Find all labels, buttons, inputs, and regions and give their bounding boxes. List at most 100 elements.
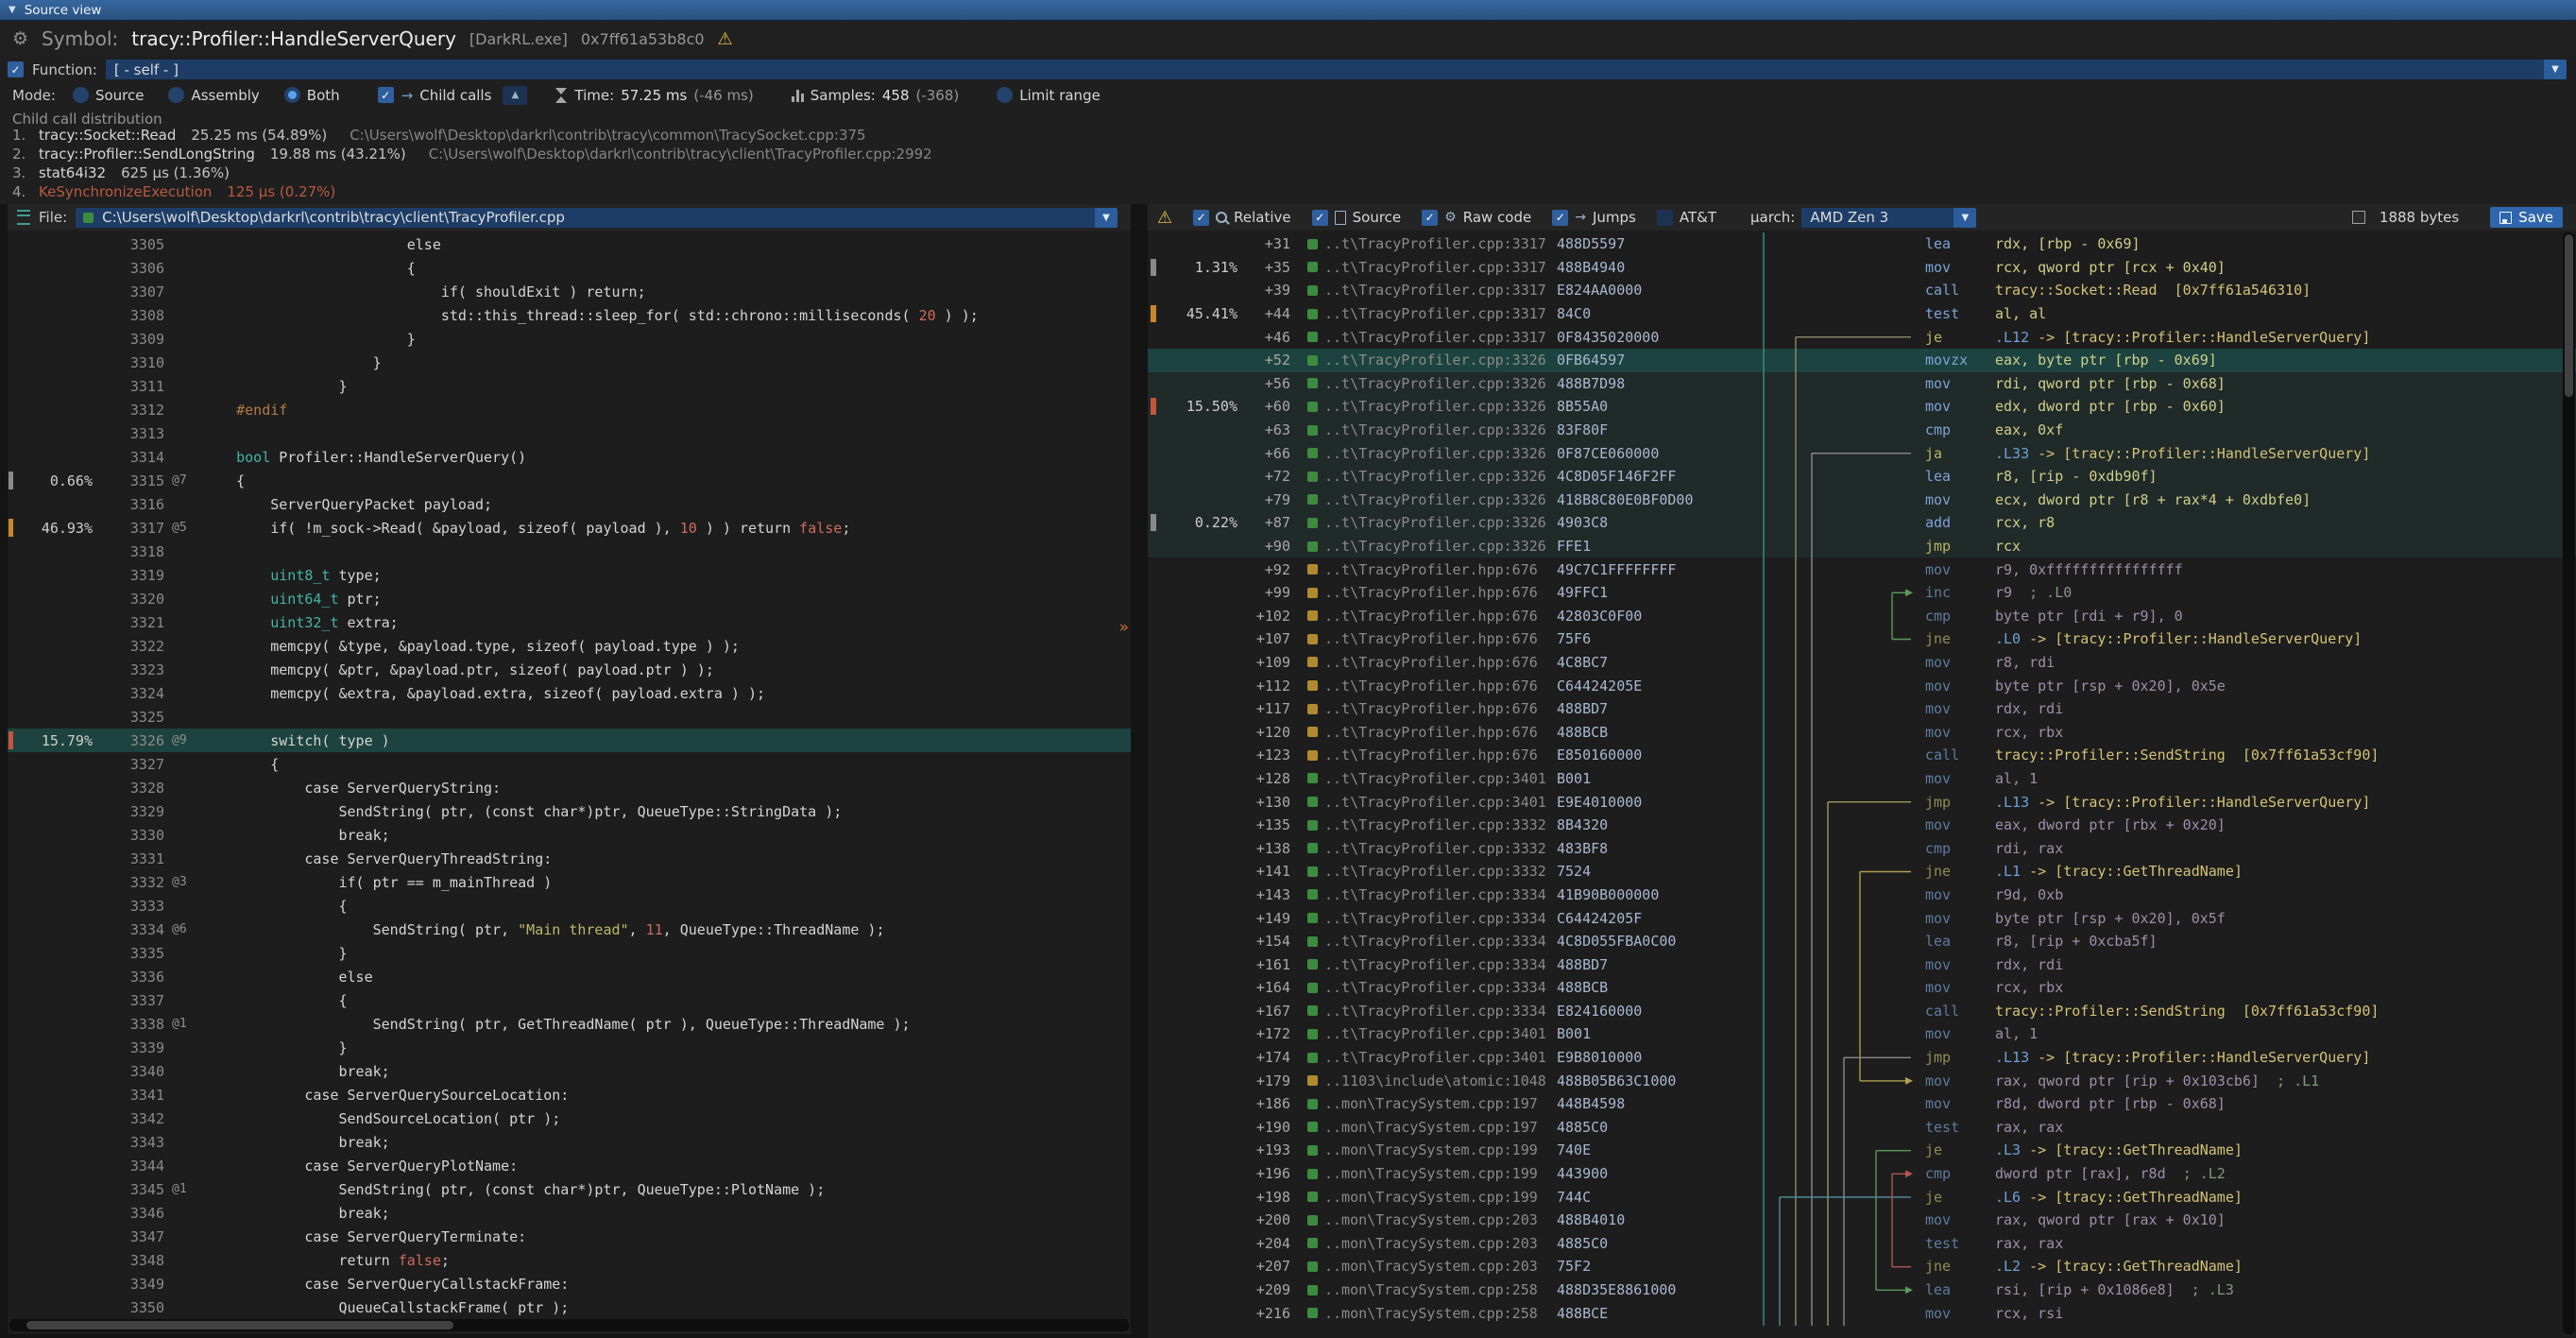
asm-row[interactable]: 0.22%+87..t\TracyProfiler.cpp:33264903C8…	[1148, 511, 2576, 535]
source-line[interactable]: 3349 case ServerQueryCallstackFrame:	[8, 1272, 1131, 1295]
asm-location[interactable]: ..mon\TracySystem.cpp:199	[1324, 1141, 1549, 1158]
mode-source-label[interactable]: Source	[95, 87, 145, 104]
source-line[interactable]: 3308 std::this_thread::sleep_for( std::c…	[8, 303, 1131, 327]
asm-location[interactable]: ..t\TracyProfiler.cpp:3317	[1324, 305, 1549, 322]
asm-row[interactable]: +46..t\TracyProfiler.cpp:33170F843502000…	[1148, 325, 2576, 349]
asm-row[interactable]: +120..t\TracyProfiler.hpp:676488BCBmovrc…	[1148, 720, 2576, 744]
source-line[interactable]: 3319 uint8_t type;	[8, 563, 1131, 587]
source-line[interactable]: 3341 case ServerQuerySourceLocation:	[8, 1083, 1131, 1106]
asm-location[interactable]: ..mon\TracySystem.cpp:197	[1324, 1095, 1549, 1112]
asm-location[interactable]: ..t\TracyProfiler.cpp:3334	[1324, 933, 1549, 950]
asm-location[interactable]: ..t\TracyProfiler.hpp:676	[1324, 678, 1549, 695]
source-line[interactable]: 3343 break;	[8, 1130, 1131, 1154]
mode-radio-assembly[interactable]	[168, 87, 184, 103]
asm-location[interactable]: ..t\TracyProfiler.cpp:3326	[1324, 352, 1549, 369]
asm-location[interactable]: ..t\TracyProfiler.cpp:3326	[1324, 468, 1549, 485]
source-line[interactable]: 3323 memcpy( &ptr, &payload.ptr, sizeof(…	[8, 658, 1131, 681]
asm-location[interactable]: ..t\TracyProfiler.hpp:676	[1324, 608, 1549, 625]
asm-row[interactable]: 45.41%+44..t\TracyProfiler.cpp:331784C0t…	[1148, 302, 2576, 326]
source-toggle-label[interactable]: Source	[1353, 209, 1402, 226]
asm-location[interactable]: ..mon\TracySystem.cpp:197	[1324, 1119, 1549, 1136]
source-line[interactable]: 3344 case ServerQueryPlotName:	[8, 1154, 1131, 1177]
collapse-icon[interactable]: ▼	[9, 5, 16, 15]
asm-location[interactable]: ..t\TracyProfiler.cpp:3326	[1324, 445, 1549, 462]
asm-row[interactable]: +66..t\TracyProfiler.cpp:33260F87CE06000…	[1148, 441, 2576, 465]
asm-location[interactable]: ..t\TracyProfiler.cpp:3326	[1324, 491, 1549, 508]
relative-label[interactable]: Relative	[1234, 209, 1291, 226]
asm-location[interactable]: ..t\TracyProfiler.hpp:676	[1324, 746, 1549, 763]
asm-location[interactable]: ..mon\TracySystem.cpp:199	[1324, 1189, 1549, 1206]
asm-location[interactable]: ..mon\TracySystem.cpp:203	[1324, 1235, 1549, 1252]
asm-row[interactable]: +164..t\TracyProfiler.cpp:3334488BCBmovr…	[1148, 976, 2576, 1000]
asm-location[interactable]: ..t\TracyProfiler.cpp:3401	[1324, 1025, 1549, 1042]
att-checkbox[interactable]	[1657, 210, 1673, 226]
asm-location[interactable]: ..t\TracyProfiler.hpp:676	[1324, 584, 1549, 601]
asm-location[interactable]: ..t\TracyProfiler.cpp:3334	[1324, 886, 1549, 903]
source-line[interactable]: 46.93%3317@5 if( !m_sock->Read( &payload…	[8, 516, 1131, 540]
scrollbar-thumb[interactable]	[2565, 234, 2573, 397]
asm-row[interactable]: +31..t\TracyProfiler.cpp:3317488D5597lea…	[1148, 232, 2576, 256]
source-line[interactable]: 3310 }	[8, 351, 1131, 374]
asm-row[interactable]: +174..t\TracyProfiler.cpp:3401E9B8010000…	[1148, 1046, 2576, 1070]
asm-location[interactable]: ..t\TracyProfiler.cpp:3317	[1324, 329, 1549, 346]
asm-location[interactable]: ..t\TracyProfiler.cpp:3317	[1324, 259, 1549, 276]
asm-row[interactable]: +200..mon\TracySystem.cpp:203488B4010mov…	[1148, 1209, 2576, 1232]
asm-location[interactable]: ..t\TracyProfiler.cpp:3326	[1324, 398, 1549, 415]
function-checkbox[interactable]: ✓	[8, 61, 24, 77]
mode-both-label[interactable]: Both	[307, 87, 340, 104]
asm-location[interactable]: ..mon\TracySystem.cpp:258	[1324, 1305, 1549, 1322]
source-line[interactable]: 0.66%3315@7 {	[8, 469, 1131, 492]
asm-row[interactable]: +107..t\TracyProfiler.hpp:67675F6jne.L0 …	[1148, 627, 2576, 651]
mode-assembly-label[interactable]: Assembly	[191, 87, 259, 104]
mode-radio-both[interactable]	[284, 87, 300, 103]
asm-row[interactable]: +72..t\TracyProfiler.cpp:33264C8D05F146F…	[1148, 465, 2576, 489]
asm-location[interactable]: ..t\TracyProfiler.cpp:3401	[1324, 1049, 1549, 1066]
asm-row[interactable]: +161..t\TracyProfiler.cpp:3334488BD7movr…	[1148, 952, 2576, 976]
source-line[interactable]: 3313	[8, 421, 1131, 445]
jumps-label[interactable]: Jumps	[1593, 209, 1636, 226]
asm-row[interactable]: +196..mon\TracySystem.cpp:199443900cmpdw…	[1148, 1162, 2576, 1186]
asm-row[interactable]: +179..1103\include\atomic:1048488B05B63C…	[1148, 1069, 2576, 1092]
chevron-down-icon[interactable]: ▼	[1095, 208, 1117, 228]
child-call-row[interactable]: 3.stat64i32625 μs (1.36%)	[12, 164, 2576, 183]
source-line[interactable]: 3329 SendString( ptr, (const char*)ptr, …	[8, 799, 1131, 823]
asm-row[interactable]: +123..t\TracyProfiler.hpp:676E850160000c…	[1148, 744, 2576, 767]
asm-row[interactable]: +56..t\TracyProfiler.cpp:3326488B7D98mov…	[1148, 372, 2576, 396]
child-calls-checkbox[interactable]: ✓	[378, 87, 394, 103]
asm-location[interactable]: ..t\TracyProfiler.cpp:3326	[1324, 375, 1549, 392]
asm-location[interactable]: ..mon\TracySystem.cpp:258	[1324, 1281, 1549, 1298]
source-line[interactable]: 3321 uint32_t extra;	[8, 610, 1131, 634]
source-line[interactable]: 3314 bool Profiler::HandleServerQuery()	[8, 445, 1131, 469]
asm-location[interactable]: ..t\TracyProfiler.cpp:3334	[1324, 979, 1549, 996]
source-line[interactable]: 3306 {	[8, 256, 1131, 280]
asm-location[interactable]: ..t\TracyProfiler.hpp:676	[1324, 630, 1549, 647]
asm-location[interactable]: ..t\TracyProfiler.cpp:3334	[1324, 1003, 1549, 1020]
file-select[interactable]: C:\Users\wolf\Desktop\darkrl\contrib\tra…	[76, 208, 1117, 228]
raw-code-checkbox[interactable]: ✓	[1422, 210, 1438, 226]
asm-row[interactable]: +63..t\TracyProfiler.cpp:332683F80Fcmpea…	[1148, 419, 2576, 442]
asm-row[interactable]: +112..t\TracyProfiler.hpp:676C64424205Em…	[1148, 674, 2576, 697]
source-line[interactable]: 3327 {	[8, 752, 1131, 776]
asm-location[interactable]: ..t\TracyProfiler.cpp:3317	[1324, 235, 1549, 252]
child-call-row[interactable]: 2.tracy::Profiler::SendLongString19.88 m…	[12, 146, 2576, 164]
source-line[interactable]: 3336 else	[8, 965, 1131, 988]
asm-row[interactable]: +207..mon\TracySystem.cpp:20375F2jne.L2 …	[1148, 1255, 2576, 1278]
asm-row[interactable]: +52..t\TracyProfiler.cpp:33260FB64597mov…	[1148, 349, 2576, 372]
asm-row[interactable]: +216..mon\TracySystem.cpp:258488BCEmovrc…	[1148, 1301, 2576, 1325]
source-line[interactable]: 15.79%3326@9 switch( type )	[8, 729, 1131, 752]
menu-icon[interactable]	[17, 210, 30, 225]
asm-location[interactable]: ..mon\TracySystem.cpp:199	[1324, 1165, 1549, 1182]
asm-row[interactable]: +149..t\TracyProfiler.cpp:3334C64424205F…	[1148, 906, 2576, 930]
child-call-row[interactable]: 4.KeSynchronizeExecution125 μs (0.27%)	[12, 183, 2576, 202]
asm-row[interactable]: +102..t\TracyProfiler.hpp:67642803C0F00c…	[1148, 605, 2576, 628]
source-horizontal-scrollbar[interactable]	[9, 1319, 1129, 1331]
asm-row[interactable]: +172..t\TracyProfiler.cpp:3401B001moval,…	[1148, 1022, 2576, 1046]
source-line[interactable]: 3325	[8, 705, 1131, 729]
asm-location[interactable]: ..t\TracyProfiler.hpp:676	[1324, 561, 1549, 578]
source-line[interactable]: 3309 }	[8, 327, 1131, 351]
asm-row[interactable]: +92..t\TracyProfiler.hpp:67649C7C1FFFFFF…	[1148, 558, 2576, 581]
asm-row[interactable]: +138..t\TracyProfiler.cpp:3332483BF8cmpr…	[1148, 836, 2576, 860]
asm-row[interactable]: +135..t\TracyProfiler.cpp:33328B4320move…	[1148, 814, 2576, 837]
asm-row[interactable]: +204..mon\TracySystem.cpp:2034885C0testr…	[1148, 1232, 2576, 1256]
jumps-checkbox[interactable]: ✓	[1552, 210, 1568, 226]
